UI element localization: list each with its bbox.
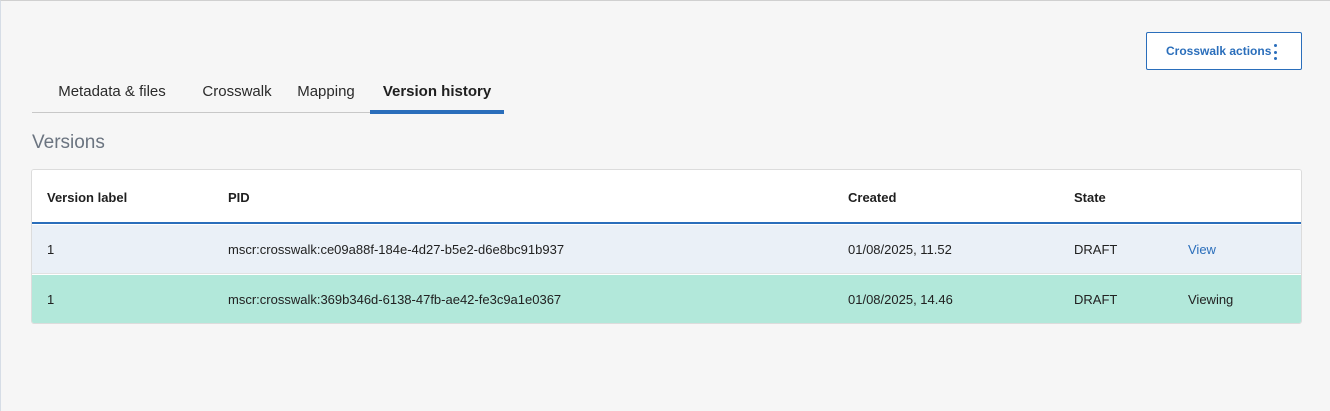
tab-label: Version history <box>382 82 492 100</box>
tab-label: Crosswalk <box>202 82 272 100</box>
table-header: Version label PID Created State <box>32 170 1301 224</box>
column-header-created: Created <box>848 190 897 205</box>
crosswalk-actions-button[interactable]: Crosswalk actions <box>1146 32 1302 70</box>
viewing-status: Viewing <box>1188 292 1234 307</box>
section-title: Versions <box>32 132 105 153</box>
cell-state: DRAFT <box>1074 292 1118 307</box>
cell-pid: mscr:crosswalk:369b346d-6138-47fb-ae42-f… <box>228 292 562 307</box>
tab-mapping[interactable]: Mapping <box>290 69 362 113</box>
kebab-vertical-icon <box>1273 44 1277 60</box>
cell-created: 01/08/2025, 14.46 <box>848 292 953 307</box>
versions-table: Version label PID Created State 1 mscr:c… <box>31 169 1302 324</box>
cell-version-label: 1 <box>47 292 55 307</box>
table-row: 1 mscr:crosswalk:ce09a88f-184e-4d27-b5e2… <box>32 225 1301 274</box>
tab-label: Mapping <box>297 82 355 100</box>
cell-state: DRAFT <box>1074 242 1118 257</box>
table-row-current: 1 mscr:crosswalk:369b346d-6138-47fb-ae42… <box>32 275 1301 323</box>
crosswalk-actions-label: Crosswalk actions <box>1166 44 1272 58</box>
tab-crosswalk[interactable]: Crosswalk <box>198 69 276 113</box>
cell-created: 01/08/2025, 11.52 <box>848 242 952 257</box>
column-header-state: State <box>1074 190 1106 205</box>
tab-bar: Metadata & files Crosswalk Mapping Versi… <box>32 69 504 114</box>
column-header-pid: PID <box>228 190 250 205</box>
page-frame: Crosswalk actions Metadata & files Cross… <box>0 0 1330 411</box>
tab-metadata-files[interactable]: Metadata & files <box>32 69 192 113</box>
cell-pid: mscr:crosswalk:ce09a88f-184e-4d27-b5e2-d… <box>228 242 565 257</box>
tab-label: Metadata & files <box>58 82 166 100</box>
tab-version-history[interactable]: Version history <box>370 69 504 114</box>
cell-version-label: 1 <box>47 242 55 257</box>
column-header-version-label: Version label <box>47 190 128 205</box>
view-link[interactable]: View <box>1188 242 1216 257</box>
